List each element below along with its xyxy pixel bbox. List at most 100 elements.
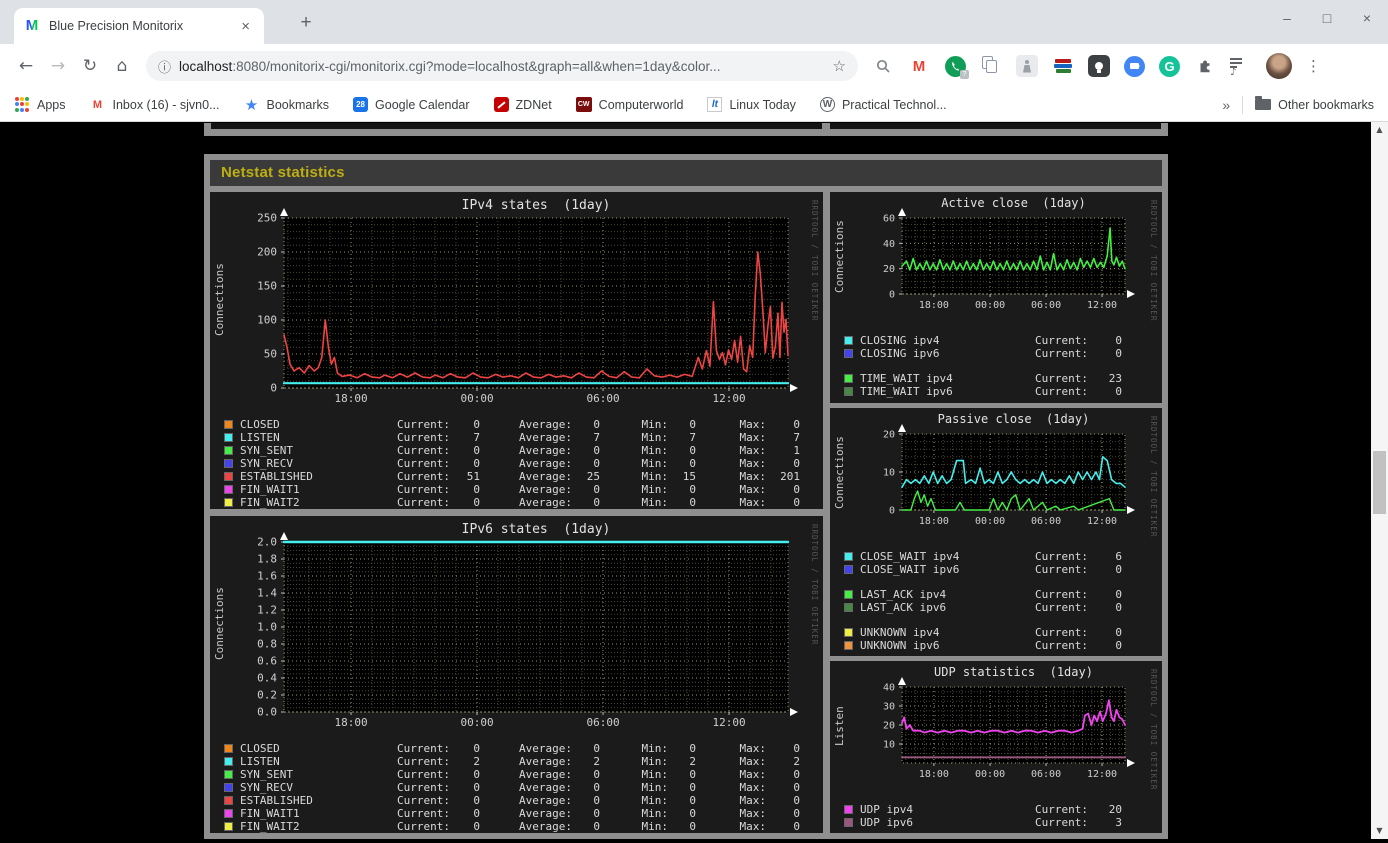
- legend-row: SYN_RECV Current: 0 Average: 0 Min: 0 Max: 0: [224, 781, 823, 794]
- page-info-icon[interactable]: ⓘ: [158, 57, 171, 76]
- address-bar[interactable]: ⓘ localhost:8080/monitorix-cgi/monitorix…: [146, 51, 858, 81]
- svg-text:06:00: 06:00: [1031, 769, 1061, 780]
- bookmark-linux-today[interactable]: lt Linux Today: [707, 97, 796, 112]
- other-bookmarks[interactable]: Other bookmarks: [1255, 96, 1374, 113]
- legend-stat-value: 0: [593, 768, 600, 781]
- bookmark-computerworld[interactable]: CW Computerworld: [575, 97, 683, 112]
- home-button[interactable]: ⌂: [106, 50, 138, 82]
- scrollbar-thumb[interactable]: [1373, 451, 1386, 514]
- legend-stat-value: 0: [1115, 347, 1122, 360]
- scroll-down-arrow[interactable]: ▼: [1371, 823, 1388, 839]
- legend-stat-label: Max:: [739, 444, 767, 457]
- legend-stat-value: 0: [1115, 639, 1122, 652]
- legend-stat-label: Current:: [1035, 347, 1088, 360]
- legend-swatch: [224, 498, 233, 507]
- profile-avatar[interactable]: [1266, 53, 1292, 79]
- svg-text:0.2: 0.2: [257, 689, 277, 702]
- minimize-button[interactable]: –: [1280, 10, 1294, 26]
- legend-stat-value: 0: [689, 444, 696, 457]
- legend-row: LAST_ACK ipv6 Current: 0: [844, 601, 1162, 614]
- copy-pages-icon[interactable]: [980, 55, 1002, 77]
- bookmark-bookmarks[interactable]: ★ Bookmarks: [244, 96, 329, 114]
- svg-text:Active close (1day): Active close (1day): [941, 196, 1086, 210]
- legend-stat-label: Average:: [519, 794, 572, 807]
- bookmarks-overflow-icon[interactable]: »: [1222, 97, 1230, 113]
- passive-close-chart: 0 10 20 18:00 00:00 06:00 12:00 Passive close (…: [883, 412, 1135, 527]
- legend-stat-value: 0: [473, 794, 480, 807]
- tab-close-icon[interactable]: ×: [237, 18, 254, 35]
- extensions-puzzle-icon[interactable]: [1194, 55, 1216, 77]
- bookmark-practical-technology[interactable]: W Practical Technol...: [819, 97, 947, 112]
- legend-stat-label: Min:: [641, 431, 669, 444]
- legend-stat-label: Average:: [519, 444, 572, 457]
- bookmark-google-calendar[interactable]: 28 Google Calendar: [353, 97, 470, 112]
- legend-stat-label: Max:: [739, 457, 767, 470]
- svg-text:18:00: 18:00: [334, 392, 367, 405]
- lightbulb-icon[interactable]: [1088, 55, 1110, 77]
- legend-stat-label: Min:: [641, 794, 669, 807]
- y-axis-label: Connections: [833, 436, 846, 510]
- forward-button[interactable]: →: [42, 50, 74, 82]
- browser-menu-icon[interactable]: ⋮: [1306, 57, 1321, 75]
- scroll-up-arrow[interactable]: ▲: [1371, 122, 1388, 138]
- y-axis-label: Connections: [213, 263, 226, 337]
- legend-stat-value: 0: [689, 418, 696, 431]
- legend-series-name: FIN_WAIT2: [240, 820, 300, 833]
- playlist-icon[interactable]: ♪: [1230, 55, 1252, 77]
- grammarly-icon[interactable]: G: [1159, 55, 1180, 77]
- legend-stat-value: 0: [1115, 588, 1122, 601]
- svg-text:12:00: 12:00: [1087, 769, 1117, 780]
- svg-text:IPv4 states (1day): IPv4 states (1day): [462, 198, 611, 213]
- vertical-scrollbar[interactable]: ▲ ▼: [1371, 122, 1388, 839]
- computerworld-icon: CW: [575, 97, 592, 112]
- close-button[interactable]: ×: [1360, 10, 1374, 26]
- legend-stat-value: 0: [593, 496, 600, 509]
- books-stack-icon[interactable]: [1052, 55, 1074, 77]
- svg-text:10: 10: [883, 468, 895, 479]
- legend-stat-value: 0: [1115, 626, 1122, 639]
- legend-stat-label: Current:: [1035, 639, 1088, 652]
- legend-stat-value: 201: [780, 470, 800, 483]
- legend-row: UDP ipv6 Current: 3: [844, 816, 1162, 829]
- bookmark-star-icon[interactable]: ☆: [833, 57, 846, 75]
- legend-stat-label: Current:: [397, 431, 450, 444]
- legend-swatch: [224, 822, 233, 831]
- svg-text:0: 0: [889, 506, 895, 517]
- url-text[interactable]: localhost:8080/monitorix-cgi/monitorix.c…: [179, 59, 825, 74]
- tab-strip: M Blue Precision Monitorix × + – □ ×: [0, 0, 1388, 44]
- legend-series-name: LAST_ACK ipv4: [860, 588, 947, 601]
- voice-phone-icon[interactable]: ?: [944, 55, 969, 79]
- bookmark-inbox[interactable]: M Inbox (16) - sjvn0...: [90, 97, 220, 113]
- bookmark-apps[interactable]: Apps: [14, 96, 66, 113]
- video-camera-icon[interactable]: [1124, 55, 1145, 77]
- ipv4-states-chart: 0 50 100 150 200 250 18:00 00:00 06:00 12:00 IPv4 …: [257, 198, 798, 405]
- bookmark-zdnet[interactable]: ZDNet: [493, 97, 552, 112]
- legend-stat-value: 0: [593, 483, 600, 496]
- legend-stat-value: 23: [1108, 372, 1122, 385]
- search-icon[interactable]: [872, 55, 894, 77]
- svg-text:12:00: 12:00: [712, 716, 745, 729]
- legend-stat-label: Current:: [1035, 803, 1088, 816]
- gmail-icon[interactable]: M: [908, 55, 930, 77]
- legend-stat-value: 0: [473, 742, 480, 755]
- maximize-button[interactable]: □: [1320, 10, 1334, 26]
- svg-text:0.6: 0.6: [257, 655, 277, 668]
- legend-stat-value: 0: [793, 418, 800, 431]
- legend-series-name: LISTEN: [240, 431, 280, 444]
- legend-stat-label: Current:: [1035, 563, 1088, 576]
- legend-series-name: LISTEN: [240, 755, 280, 768]
- legend-stat-value: 0: [689, 794, 696, 807]
- legend-series-name: CLOSED: [240, 418, 280, 431]
- new-tab-button[interactable]: +: [292, 10, 320, 38]
- svg-text:18:00: 18:00: [919, 300, 949, 311]
- svg-text:0: 0: [270, 382, 277, 395]
- accessibility-icon[interactable]: [1016, 55, 1038, 77]
- reload-button[interactable]: ↻: [74, 50, 106, 82]
- y-axis-label: Connections: [213, 587, 226, 661]
- legend-stat-value: 0: [793, 820, 800, 833]
- active-close-chart: 0 20 40 60 18:00 00:00 06:00 12:00 Active close …: [883, 196, 1135, 311]
- legend-stat-value: 3: [1115, 816, 1122, 829]
- back-button[interactable]: ←: [10, 50, 42, 82]
- legend-stat-label: Average:: [519, 755, 572, 768]
- browser-tab[interactable]: M Blue Precision Monitorix ×: [14, 8, 264, 44]
